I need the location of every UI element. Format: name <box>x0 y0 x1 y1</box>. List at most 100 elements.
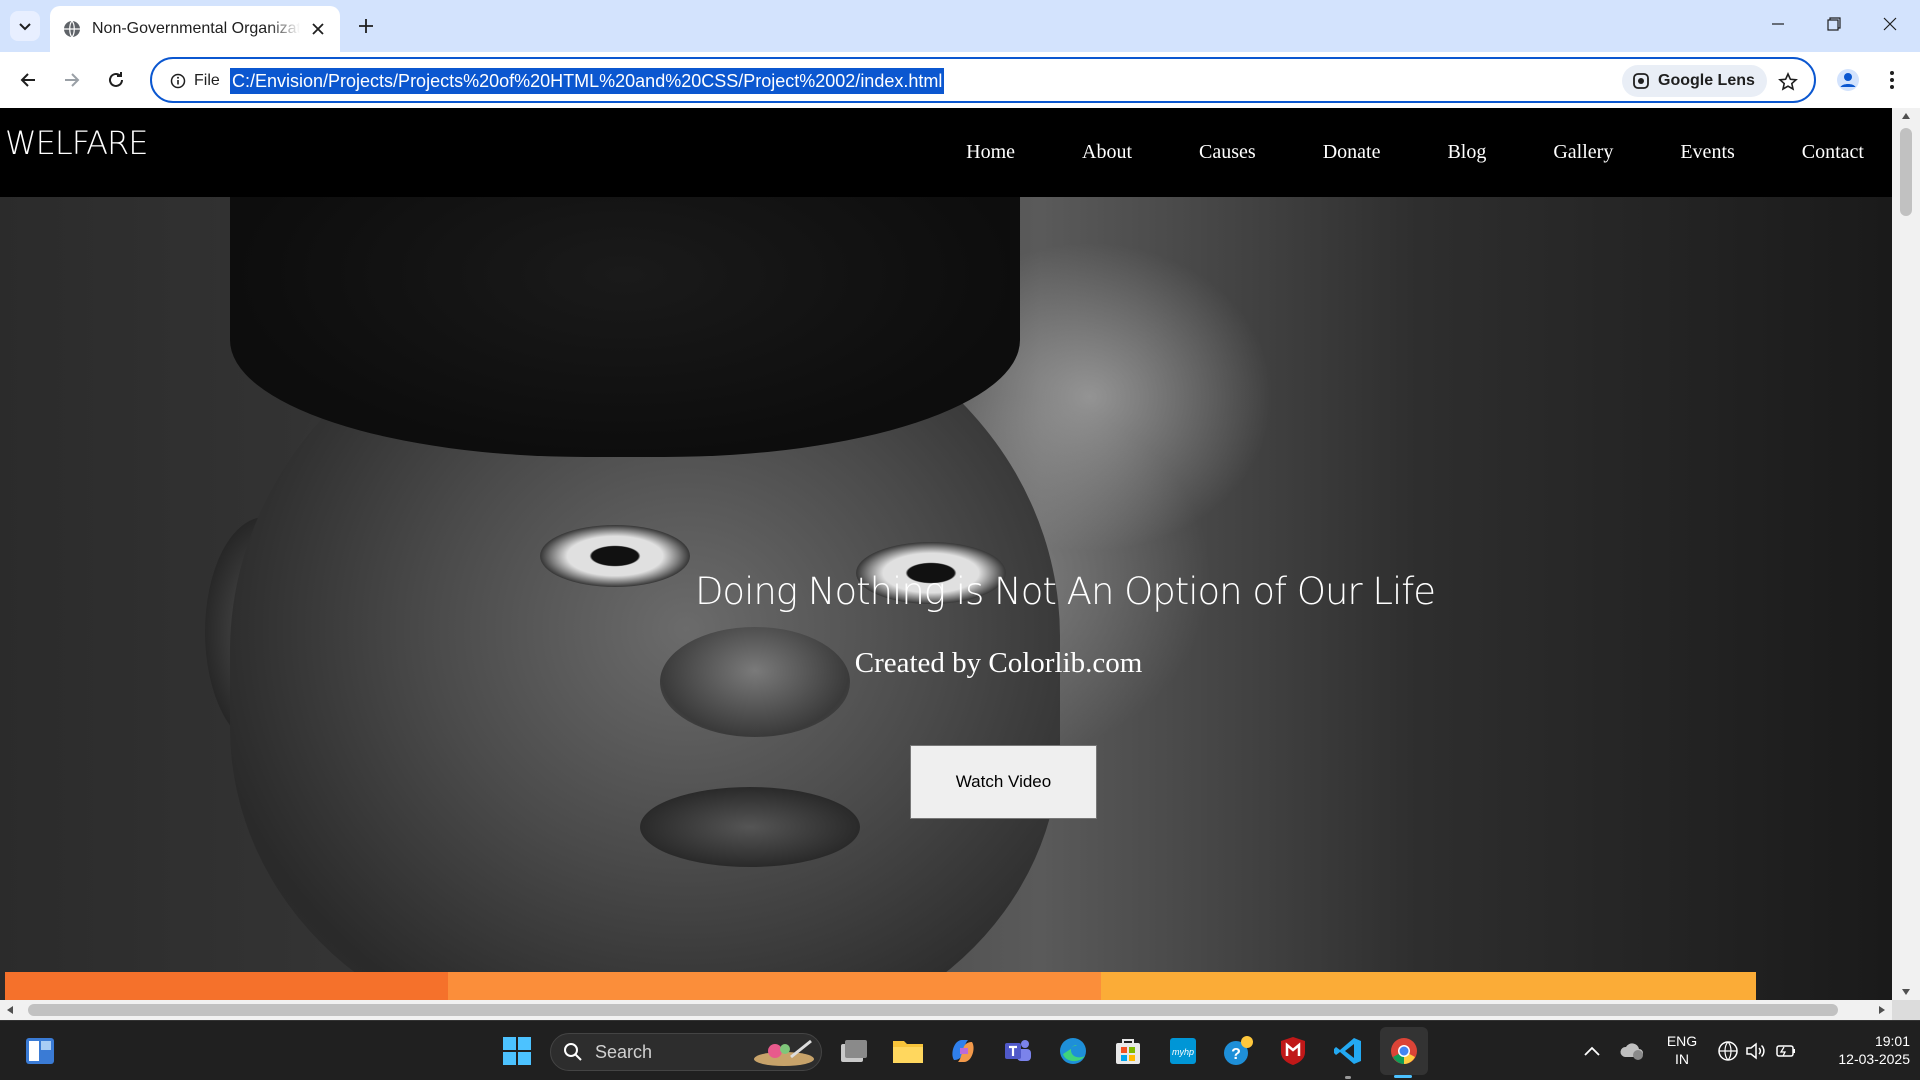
site-nav: Home About Causes Donate Blog Gallery Ev… <box>966 108 1892 197</box>
nav-link-blog[interactable]: Blog <box>1447 141 1486 164</box>
chevron-down-icon <box>19 23 31 31</box>
photo-hair <box>230 197 1020 457</box>
hero-title: Doing Nothing is Not An Option of Our Li… <box>694 570 1436 613</box>
color-bar-segment-3 <box>1101 972 1756 1000</box>
tab-title: Non-Governmental Organization <box>92 20 300 37</box>
browser-menu-button[interactable] <box>1878 64 1906 96</box>
site-header: WELFARE Home About Causes Donate Blog Ga… <box>0 108 1892 197</box>
speaker-icon <box>1746 1042 1765 1060</box>
battery-button[interactable] <box>1766 1031 1806 1071</box>
site-chip-label: File <box>194 72 220 89</box>
active-tab[interactable]: Non-Governmental Organization <box>50 6 340 52</box>
scroll-up-icon[interactable] <box>1901 112 1911 120</box>
nav-link-home[interactable]: Home <box>966 141 1015 164</box>
avatar-icon <box>1837 69 1859 91</box>
chrome-icon <box>1391 1038 1417 1064</box>
search-highlight-icon <box>754 1039 814 1066</box>
close-tab-icon[interactable] <box>306 17 330 41</box>
clock-date: 12-03-2025 <box>1838 1051 1910 1067</box>
url-text[interactable]: C:/Envision/Projects/Projects%20of%20HTM… <box>230 68 945 94</box>
profile-button[interactable] <box>1832 64 1864 96</box>
nav-link-causes[interactable]: Causes <box>1199 141 1256 164</box>
reload-icon <box>109 72 123 87</box>
restore-button[interactable] <box>1806 0 1862 48</box>
chrome-active-indicator <box>1394 1075 1412 1078</box>
google-lens-label: Google Lens <box>1658 72 1755 89</box>
address-bar[interactable]: File C:/Envision/Projects/Projects%20of%… <box>150 57 1816 103</box>
clock[interactable]: 19:01 12-03-2025 <box>1810 1032 1910 1068</box>
nav-link-events[interactable]: Events <box>1680 141 1734 164</box>
myhp-button[interactable]: myhp <box>1163 1031 1203 1071</box>
arrow-left-icon <box>20 73 35 87</box>
copilot-button[interactable] <box>943 1031 983 1071</box>
site-logo[interactable]: WELFARE <box>5 124 148 162</box>
scroll-left-icon[interactable] <box>6 1005 14 1015</box>
teams-icon <box>1005 1040 1031 1061</box>
svg-text:?: ? <box>1231 1046 1241 1063</box>
horizontal-scrollbar[interactable] <box>0 1000 1892 1020</box>
plus-icon <box>359 19 373 33</box>
cloud-icon <box>1620 1043 1643 1060</box>
nav-link-contact[interactable]: Contact <box>1802 141 1864 164</box>
globe-icon <box>62 19 82 39</box>
close-icon <box>1883 17 1897 31</box>
photo-nose <box>660 627 850 737</box>
nav-link-donate[interactable]: Donate <box>1323 141 1381 164</box>
get-help-button[interactable]: ? <box>1218 1031 1258 1071</box>
photo-mouth <box>640 787 860 867</box>
edge-button[interactable] <box>1053 1031 1093 1071</box>
scrollbar-corner <box>1892 1000 1920 1020</box>
vertical-scroll-thumb[interactable] <box>1900 128 1912 216</box>
new-tab-button[interactable] <box>352 12 380 40</box>
forward-button[interactable] <box>56 64 88 96</box>
horizontal-scroll-thumb[interactable] <box>28 1004 1838 1016</box>
restore-icon <box>1827 17 1841 31</box>
site-info-chip[interactable]: File <box>162 67 228 95</box>
hero-section: Doing Nothing is Not An Option of Our Li… <box>0 197 1892 1000</box>
copilot-icon <box>952 1040 974 1062</box>
scroll-right-icon[interactable] <box>1878 1005 1886 1015</box>
microsoft-store-button[interactable] <box>1108 1031 1148 1071</box>
page-viewport: WELFARE Home About Causes Donate Blog Ga… <box>0 108 1892 1000</box>
chrome-button[interactable] <box>1384 1031 1424 1071</box>
start-button[interactable] <box>497 1031 537 1071</box>
color-bar-segment-2 <box>448 972 1101 1000</box>
taskbar-search-box[interactable]: Search <box>550 1033 822 1071</box>
scroll-down-icon[interactable] <box>1901 988 1911 996</box>
info-icon <box>170 73 186 89</box>
svg-text:myhp: myhp <box>1172 1047 1194 1057</box>
onedrive-button[interactable] <box>1612 1031 1652 1071</box>
mcafee-button[interactable] <box>1273 1031 1313 1071</box>
minimize-button[interactable] <box>1750 0 1806 48</box>
hp-icon: myhp <box>1170 1038 1196 1064</box>
task-view-button[interactable] <box>834 1031 874 1071</box>
more-vertical-icon <box>1890 71 1894 89</box>
widgets-icon <box>26 1038 54 1064</box>
teams-button[interactable] <box>998 1031 1038 1071</box>
back-button[interactable] <box>12 64 44 96</box>
show-hidden-icons-button[interactable] <box>1572 1031 1612 1071</box>
store-icon <box>1116 1039 1140 1064</box>
vscode-icon <box>1334 1038 1361 1064</box>
clock-time: 19:01 <box>1874 1033 1910 1049</box>
file-explorer-button[interactable] <box>888 1031 928 1071</box>
google-lens-button[interactable]: Google Lens <box>1622 65 1767 97</box>
language-indicator[interactable]: ENG IN <box>1664 1032 1700 1068</box>
nav-link-gallery[interactable]: Gallery <box>1553 141 1613 164</box>
vertical-scrollbar[interactable] <box>1892 108 1920 1000</box>
battery-icon <box>1776 1045 1795 1057</box>
close-window-button[interactable] <box>1862 0 1918 48</box>
help-icon: ? <box>1224 1036 1253 1065</box>
bookmark-star-button[interactable] <box>1774 68 1802 96</box>
lens-icon <box>1633 73 1649 89</box>
tab-search-button[interactable] <box>10 11 40 41</box>
nav-link-about[interactable]: About <box>1082 141 1132 164</box>
widgets-button[interactable] <box>20 1031 60 1071</box>
windows-logo-icon <box>503 1037 531 1065</box>
watch-video-button[interactable]: Watch Video <box>910 745 1097 819</box>
language-code: ENG <box>1666 1033 1698 1049</box>
folder-icon <box>893 1041 923 1063</box>
reload-button[interactable] <box>100 64 132 96</box>
tab-strip: Non-Governmental Organization <box>0 0 1920 52</box>
vscode-button[interactable] <box>1328 1031 1368 1071</box>
